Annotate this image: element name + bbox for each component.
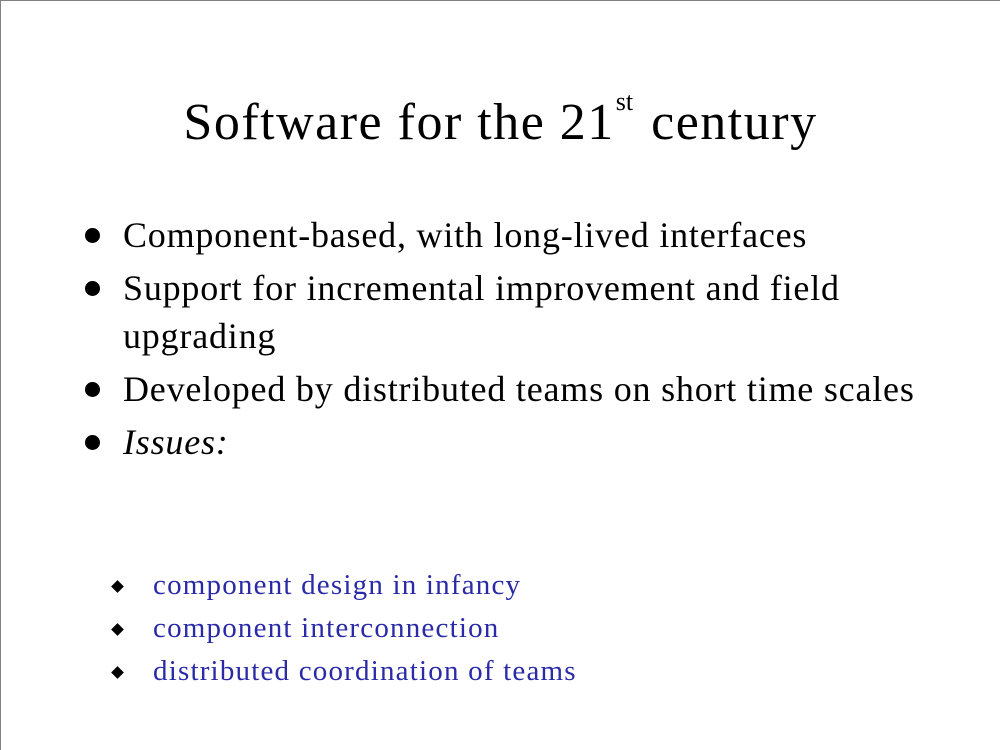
bullet-text: Support for incremental improvement and … xyxy=(123,268,840,356)
slide-title: Software for the 21st century xyxy=(1,87,1000,152)
diamond-bullet-icon xyxy=(111,580,124,593)
bullet-item: Support for incremental improvement and … xyxy=(81,264,961,360)
bullet-item: Component-based, with long-lived interfa… xyxy=(81,211,961,259)
sub-bullet-item: distributed coordination of teams xyxy=(109,650,577,693)
bullet-item-issues: Issues: xyxy=(81,418,961,466)
bullet-text: Component-based, with long-lived interfa… xyxy=(123,215,808,255)
bullet-item: Developed by distributed teams on short … xyxy=(81,365,961,413)
title-superscript: st xyxy=(615,87,634,116)
title-tail: century xyxy=(651,94,818,151)
slide: Software for the 21st century Component-b… xyxy=(0,0,1000,750)
bullet-dot-icon xyxy=(85,228,100,243)
bullet-dot-icon xyxy=(85,435,100,450)
sub-bullet-text: distributed coordination of teams xyxy=(153,655,577,687)
sub-bullet-text: component interconnection xyxy=(153,612,500,644)
diamond-bullet-icon xyxy=(111,666,124,679)
sub-bullet-text: component design in infancy xyxy=(153,569,522,601)
title-main: Software for the 21 xyxy=(183,94,615,151)
sub-bullet-item: component design in infancy xyxy=(109,564,577,607)
bullet-dot-icon xyxy=(85,382,100,397)
diamond-bullet-icon xyxy=(111,623,124,636)
bullet-dot-icon xyxy=(85,281,100,296)
bullet-list: Component-based, with long-lived interfa… xyxy=(81,211,961,471)
bullet-text: Developed by distributed teams on short … xyxy=(123,369,915,409)
bullet-text: Issues: xyxy=(123,422,229,462)
sub-bullet-list: component design in infancy component in… xyxy=(109,564,577,693)
sub-bullet-item: component interconnection xyxy=(109,607,577,650)
